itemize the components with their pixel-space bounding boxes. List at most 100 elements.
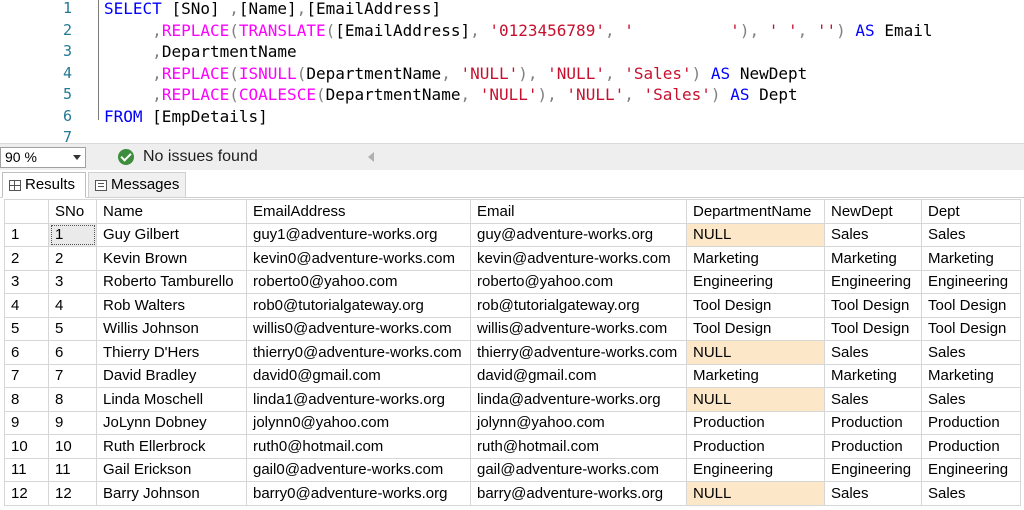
- table-cell[interactable]: 9: [48, 410, 97, 435]
- table-cell[interactable]: linda1@adventure-works.org: [246, 387, 471, 412]
- table-cell[interactable]: 1: [48, 222, 97, 247]
- table-row[interactable]: 11 11 Gail Erickson gail0@adventure-works.c…: [4, 457, 1021, 482]
- results-grid-container[interactable]: SNo Name EmailAddress Email DepartmentName Ne…: [4, 199, 1024, 510]
- table-cell[interactable]: Tool Design: [686, 293, 825, 318]
- table-cell[interactable]: willis0@adventure-works.com: [246, 316, 471, 341]
- table-cell[interactable]: Sales: [921, 387, 1021, 412]
- table-cell[interactable]: willis@adventure-works.com: [470, 316, 687, 341]
- table-cell[interactable]: roberto0@yahoo.com: [246, 269, 471, 294]
- table-cell[interactable]: Engineering: [824, 457, 922, 482]
- table-cell[interactable]: Production: [686, 410, 825, 435]
- table-cell[interactable]: David Bradley: [96, 363, 247, 388]
- table-cell[interactable]: guy@adventure-works.org: [470, 222, 687, 247]
- column-header[interactable]: EmailAddress: [246, 199, 471, 224]
- table-cell[interactable]: Production: [824, 410, 922, 435]
- table-cell[interactable]: Willis Johnson: [96, 316, 247, 341]
- table-cell[interactable]: kevin@adventure-works.com: [470, 246, 687, 271]
- table-cell[interactable]: 12: [48, 481, 97, 506]
- table-cell[interactable]: jolynn@yahoo.com: [470, 410, 687, 435]
- table-cell[interactable]: Sales: [921, 481, 1021, 506]
- table-cell[interactable]: Sales: [921, 222, 1021, 247]
- table-cell[interactable]: rob@tutorialgateway.org: [470, 293, 687, 318]
- table-cell[interactable]: david@gmail.com: [470, 363, 687, 388]
- table-row[interactable]: 3 3 Roberto Tamburello roberto0@yahoo.com ro…: [4, 269, 1021, 294]
- code-line[interactable]: ,REPLACE(COALESCE(DepartmentName, 'NULL'…: [104, 84, 797, 105]
- row-number-cell[interactable]: 3: [4, 269, 49, 294]
- table-cell[interactable]: barry0@adventure-works.org: [246, 481, 471, 506]
- code-line[interactable]: ,DepartmentName: [104, 41, 297, 62]
- table-cell[interactable]: barry@adventure-works.org: [470, 481, 687, 506]
- column-header[interactable]: Name: [96, 199, 247, 224]
- row-number-cell[interactable]: 5: [4, 316, 49, 341]
- column-header[interactable]: Dept: [921, 199, 1021, 224]
- row-number-cell[interactable]: 6: [4, 340, 49, 365]
- table-cell[interactable]: Tool Design: [921, 316, 1021, 341]
- zoom-dropdown[interactable]: 90 %: [0, 147, 86, 168]
- table-cell[interactable]: Sales: [824, 387, 922, 412]
- table-cell[interactable]: Marketing: [921, 363, 1021, 388]
- table-cell[interactable]: NULL: [686, 340, 825, 365]
- table-cell[interactable]: NULL: [686, 481, 825, 506]
- table-row[interactable]: 2 2 Kevin Brown kevin0@adventure-works.com k…: [4, 246, 1021, 271]
- table-cell[interactable]: thierry0@adventure-works.com: [246, 340, 471, 365]
- chevron-down-icon[interactable]: [73, 155, 81, 160]
- table-row[interactable]: 10 10 Ruth Ellerbrock ruth0@hotmail.com ruth…: [4, 434, 1021, 459]
- table-cell[interactable]: Engineering: [921, 457, 1021, 482]
- table-cell[interactable]: Engineering: [921, 269, 1021, 294]
- scroll-left-arrow-icon[interactable]: [368, 152, 374, 162]
- table-row[interactable]: 4 4 Rob Walters rob0@tutorialgateway.org rob…: [4, 293, 1021, 318]
- row-number-cell[interactable]: 4: [4, 293, 49, 318]
- table-cell[interactable]: Gail Erickson: [96, 457, 247, 482]
- table-cell[interactable]: Rob Walters: [96, 293, 247, 318]
- table-cell[interactable]: Engineering: [686, 269, 825, 294]
- table-cell[interactable]: 6: [48, 340, 97, 365]
- table-cell[interactable]: Roberto Tamburello: [96, 269, 247, 294]
- tab-messages[interactable]: Messages: [88, 172, 186, 198]
- table-cell[interactable]: 4: [48, 293, 97, 318]
- table-cell[interactable]: ruth@hotmail.com: [470, 434, 687, 459]
- row-number-cell[interactable]: 2: [4, 246, 49, 271]
- table-cell[interactable]: Sales: [824, 481, 922, 506]
- table-cell[interactable]: Linda Moschell: [96, 387, 247, 412]
- column-header[interactable]: NewDept: [824, 199, 922, 224]
- issues-status[interactable]: No issues found: [143, 148, 258, 166]
- table-row[interactable]: 12 12 Barry Johnson barry0@adventure-works.…: [4, 481, 1021, 506]
- table-cell[interactable]: gail@adventure-works.com: [470, 457, 687, 482]
- table-cell[interactable]: Kevin Brown: [96, 246, 247, 271]
- table-cell[interactable]: thierry@adventure-works.com: [470, 340, 687, 365]
- table-cell[interactable]: Marketing: [686, 363, 825, 388]
- row-number-cell[interactable]: 12: [4, 481, 49, 506]
- table-cell[interactable]: Tool Design: [824, 316, 922, 341]
- table-cell[interactable]: 5: [48, 316, 97, 341]
- table-cell[interactable]: Sales: [921, 340, 1021, 365]
- table-cell[interactable]: Sales: [824, 222, 922, 247]
- table-cell[interactable]: Production: [824, 434, 922, 459]
- table-row[interactable]: 6 6 Thierry D'Hers thierry0@adventure-works…: [4, 340, 1021, 365]
- table-row[interactable]: 5 5 Willis Johnson willis0@adventure-works.…: [4, 316, 1021, 341]
- table-cell[interactable]: Sales: [824, 340, 922, 365]
- table-cell[interactable]: Tool Design: [824, 293, 922, 318]
- table-cell[interactable]: 3: [48, 269, 97, 294]
- table-cell[interactable]: linda@adventure-works.org: [470, 387, 687, 412]
- table-cell[interactable]: Marketing: [686, 246, 825, 271]
- table-cell[interactable]: guy1@adventure-works.org: [246, 222, 471, 247]
- table-cell[interactable]: JoLynn Dobney: [96, 410, 247, 435]
- row-header-corner[interactable]: [4, 199, 49, 224]
- table-cell[interactable]: Production: [921, 410, 1021, 435]
- sql-editor[interactable]: 1234567 SELECT [SNo] ,[Name],[EmailAddre…: [0, 0, 1024, 143]
- column-header[interactable]: Email: [470, 199, 687, 224]
- row-number-cell[interactable]: 10: [4, 434, 49, 459]
- table-cell[interactable]: jolynn0@yahoo.com: [246, 410, 471, 435]
- table-cell[interactable]: Marketing: [824, 246, 922, 271]
- table-cell[interactable]: Engineering: [686, 457, 825, 482]
- table-cell[interactable]: Thierry D'Hers: [96, 340, 247, 365]
- table-row[interactable]: 1 1 Guy Gilbert guy1@adventure-works.org guy…: [4, 222, 1021, 247]
- table-cell[interactable]: kevin0@adventure-works.com: [246, 246, 471, 271]
- row-number-cell[interactable]: 8: [4, 387, 49, 412]
- results-grid[interactable]: SNo Name EmailAddress Email DepartmentName Ne…: [4, 199, 1021, 506]
- table-row[interactable]: 8 8 Linda Moschell linda1@adventure-works.o…: [4, 387, 1021, 412]
- table-cell[interactable]: Marketing: [824, 363, 922, 388]
- table-cell[interactable]: roberto@yahoo.com: [470, 269, 687, 294]
- table-cell[interactable]: NULL: [686, 387, 825, 412]
- table-cell[interactable]: Marketing: [921, 246, 1021, 271]
